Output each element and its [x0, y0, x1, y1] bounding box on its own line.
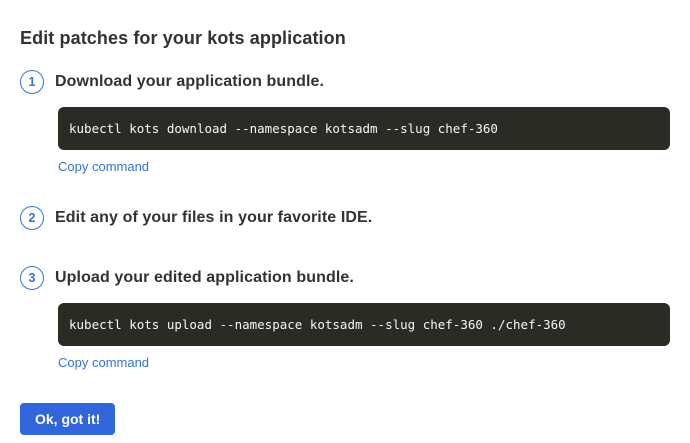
- step-2-number-badge: 2: [20, 206, 44, 230]
- step-download-header: 1 Download your application bundle.: [20, 70, 670, 94]
- copy-download-command-link[interactable]: Copy command: [58, 159, 149, 174]
- step-edit-heading: Edit any of your files in your favorite …: [55, 209, 372, 227]
- step-edit-header: 2 Edit any of your files in your favorit…: [20, 206, 670, 230]
- edit-patches-panel: Edit patches for your kots application 1…: [0, 0, 690, 435]
- upload-command-code-block: kubectl kots upload --namespace kotsadm …: [58, 303, 670, 346]
- step-upload-heading: Upload your edited application bundle.: [55, 269, 354, 287]
- download-command-text: kubectl kots download --namespace kotsad…: [69, 121, 498, 136]
- step-edit: 2 Edit any of your files in your favorit…: [20, 206, 670, 230]
- upload-command-text: kubectl kots upload --namespace kotsadm …: [69, 317, 566, 332]
- step-download-heading: Download your application bundle.: [55, 73, 324, 91]
- step-upload-body: kubectl kots upload --namespace kotsadm …: [58, 303, 670, 372]
- page-title: Edit patches for your kots application: [20, 28, 670, 48]
- ok-got-it-button[interactable]: Ok, got it!: [20, 403, 115, 435]
- step-download-body: kubectl kots download --namespace kotsad…: [58, 107, 670, 176]
- download-command-code-block: kubectl kots download --namespace kotsad…: [58, 107, 670, 150]
- copy-upload-command-link[interactable]: Copy command: [58, 355, 149, 370]
- step-1-number-badge: 1: [20, 70, 44, 94]
- step-3-number-badge: 3: [20, 266, 44, 290]
- panel-footer: Ok, got it!: [20, 403, 670, 435]
- step-download: 1 Download your application bundle. kube…: [20, 70, 670, 176]
- step-upload-header: 3 Upload your edited application bundle.: [20, 266, 670, 290]
- step-upload: 3 Upload your edited application bundle.…: [20, 266, 670, 372]
